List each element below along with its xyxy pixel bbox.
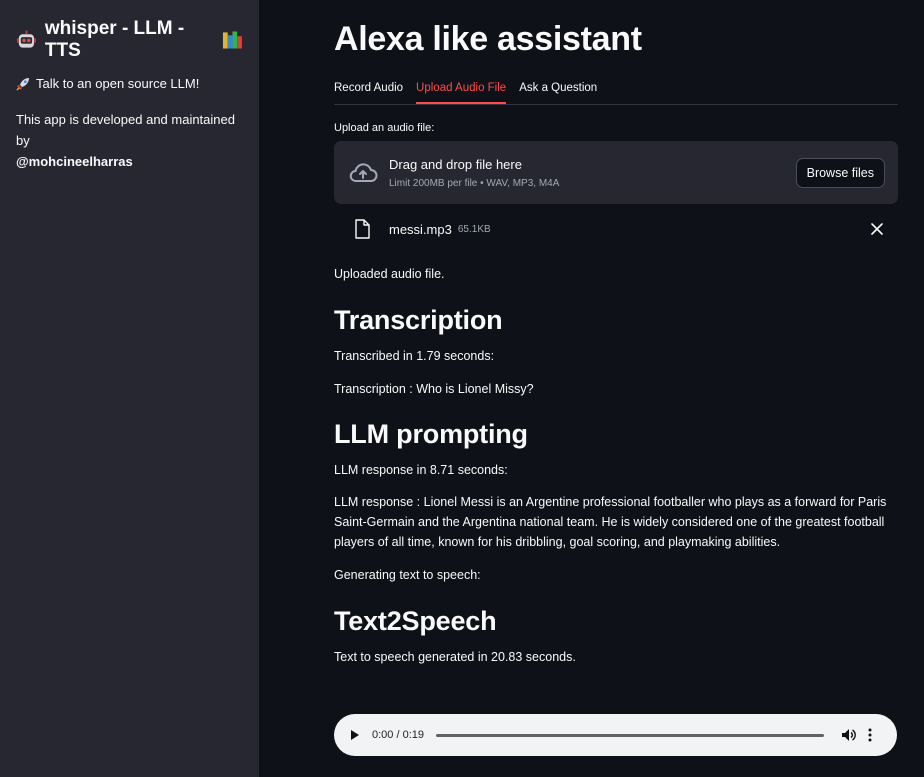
sidebar-title-text: whisper - LLM - TTS [44, 18, 185, 61]
tts-time: Text to speech generated in 20.83 second… [334, 650, 576, 664]
tab-record-audio[interactable]: Record Audio [334, 76, 403, 104]
file-size: 65.1KB [457, 223, 491, 235]
main-content: Alexa like assistant Record Audio Upload… [334, 0, 898, 756]
llm-heading: LLM prompting [334, 419, 528, 449]
tagline-text: Talk to an open source LLM! [36, 76, 200, 91]
developer-text: This app is developed and maintained by [16, 112, 235, 148]
transcription-time: Transcribed in 1.79 seconds: [334, 349, 495, 363]
sidebar-tagline: Talk to an open source LLM! [16, 76, 243, 91]
tts-heading: Text2Speech [334, 606, 497, 636]
tab-bar: Record Audio Upload Audio File Ask a Que… [334, 76, 898, 105]
sidebar: whisper - LLM - TTS Talk to an open sour… [0, 0, 259, 777]
llm-time: LLM response in 8.71 seconds: [334, 463, 508, 477]
cloud-upload-icon [349, 162, 378, 182]
sidebar-title: whisper - LLM - TTS [16, 18, 243, 62]
rocket-icon [16, 77, 29, 91]
upload-label: Upload an audio file: [334, 122, 435, 134]
tab-upload-audio-file[interactable]: Upload Audio File [416, 76, 507, 104]
audio-time: 0:00 / 0:19 [372, 729, 424, 741]
page-title: Alexa like assistant [334, 20, 642, 58]
browse-files-button[interactable]: Browse files [795, 157, 885, 188]
dropzone-instruction: Drag and drop file here [389, 156, 522, 172]
dropzone-limit: Limit 200MB per file • WAV, MP3, M4A [389, 177, 560, 189]
transcription-result: Transcription : Who is Lionel Missy? [334, 382, 534, 396]
audio-progress-bar[interactable] [436, 733, 824, 737]
author-handle: @mohcineelharras [16, 154, 133, 169]
close-icon[interactable] [871, 223, 883, 235]
llm-response: LLM response : Lionel Messi is an Argent… [334, 495, 887, 549]
transcription-heading: Transcription [334, 305, 503, 335]
file-name: messi.mp3 [389, 221, 452, 237]
audio-player: 0:00 / 0:19 [334, 714, 897, 756]
uploaded-file-row: messi.mp3 65.1KB [334, 204, 898, 254]
play-icon[interactable] [350, 729, 360, 741]
robot-icon [16, 30, 36, 48]
books-icon [223, 31, 243, 49]
tts-status: Generating text to speech: [334, 568, 481, 582]
developer-info: This app is developed and maintained by … [16, 109, 243, 172]
tab-ask-a-question[interactable]: Ask a Question [519, 76, 597, 104]
more-vert-icon[interactable] [868, 728, 872, 742]
file-dropzone[interactable]: Drag and drop file here Limit 200MB per … [334, 141, 898, 204]
volume-icon[interactable] [841, 728, 856, 742]
file-icon [355, 219, 370, 239]
uploaded-status: Uploaded audio file. [334, 267, 445, 281]
dropzone-text: Drag and drop file here Limit 200MB per … [389, 157, 796, 189]
